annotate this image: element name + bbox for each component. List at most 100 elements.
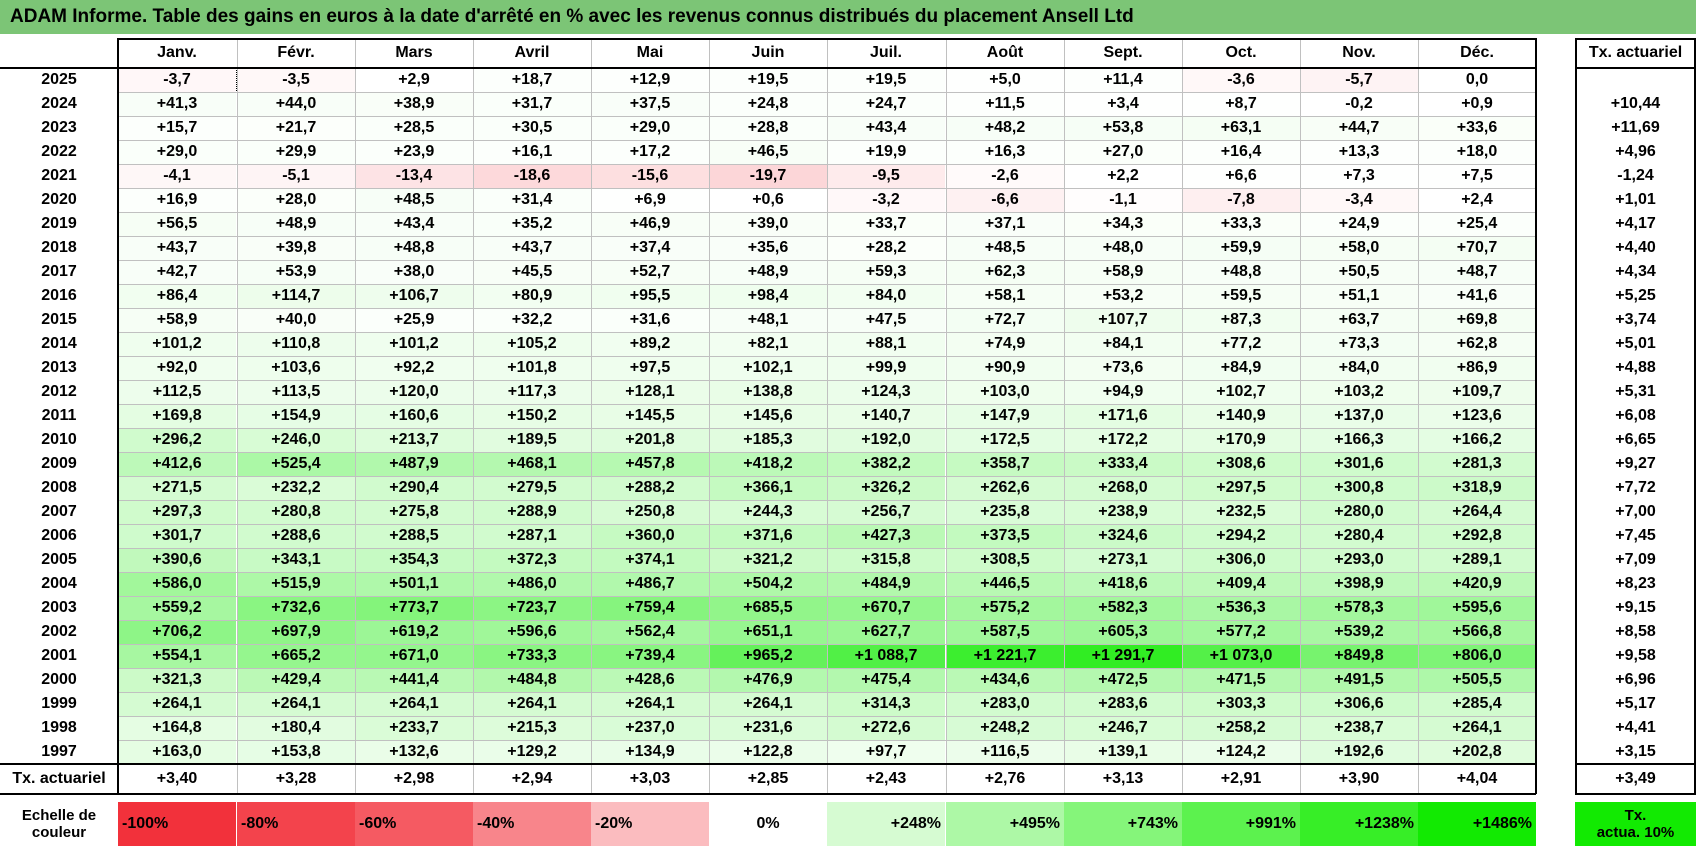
legend-swatch: -40%: [473, 802, 591, 846]
month-header-9: Sept.: [1103, 44, 1143, 61]
table-cell: +562,4: [591, 620, 709, 644]
table-cell: +46,9: [591, 212, 709, 236]
rate-cell: +7,09: [1615, 551, 1656, 568]
table-cell: +123,6: [1418, 404, 1536, 428]
table-cell: +138,8: [709, 380, 827, 404]
table-cell: +354,3: [355, 548, 473, 572]
footer-rate-cell: +2,94: [511, 770, 553, 787]
year-label: 2011: [41, 407, 77, 424]
table-cell: -15,6: [591, 164, 709, 188]
table-cell: +34,3: [1064, 212, 1182, 236]
table-cell: +358,7: [946, 452, 1064, 476]
table-cell: +44,0: [237, 92, 355, 116]
table-cell: +264,1: [709, 692, 827, 716]
legend-swatch: +1238%: [1300, 802, 1418, 846]
month-header-12: Déc.: [1460, 44, 1494, 61]
table-cell: +8,7: [1182, 92, 1300, 116]
table-cell: +29,0: [118, 140, 236, 164]
table-cell: +160,6: [355, 404, 473, 428]
legend-swatch: +495%: [946, 802, 1064, 846]
year-label: 2024: [41, 95, 77, 112]
rate-cell: +7,00: [1615, 503, 1656, 520]
table-cell: +169,8: [118, 404, 236, 428]
table-cell: +434,6: [946, 668, 1064, 692]
table-cell: +120,0: [355, 380, 473, 404]
table-cell: +418,6: [1064, 572, 1182, 596]
table-cell: +32,2: [473, 308, 591, 332]
table-cell: +18,0: [1418, 140, 1536, 164]
table-cell: +25,4: [1418, 212, 1536, 236]
month-header-6: Juin: [751, 44, 785, 61]
table-cell: +306,6: [1300, 692, 1418, 716]
table-cell: +475,4: [827, 668, 945, 692]
table-cell: +271,5: [118, 476, 236, 500]
table-cell: +63,7: [1300, 308, 1418, 332]
legend-swatch: -20%: [591, 802, 709, 846]
rate-cell: -1,24: [1617, 167, 1654, 184]
table-cell: +112,5: [118, 380, 236, 404]
rate-cell: +7,45: [1615, 527, 1656, 544]
rate-cell: +4,41: [1615, 719, 1656, 736]
table-cell: +192,6: [1300, 740, 1418, 764]
table-cell: +292,8: [1418, 524, 1536, 548]
table-cell: +264,1: [473, 692, 591, 716]
table-cell: +468,1: [473, 452, 591, 476]
table-cell: +25,9: [355, 308, 473, 332]
table-cell: +12,9: [591, 68, 709, 92]
table-cell: +101,2: [355, 332, 473, 356]
table-cell: +97,7: [827, 740, 945, 764]
table-cell: +525,4: [237, 452, 355, 476]
table-cell: +13,3: [1300, 140, 1418, 164]
table-cell: +43,7: [473, 236, 591, 260]
year-label: 2015: [41, 311, 77, 328]
rate-cell: +5,31: [1615, 383, 1656, 400]
year-label: 2009: [41, 455, 77, 472]
table-cell: +31,7: [473, 92, 591, 116]
month-header-5: Mai: [636, 44, 664, 61]
table-cell: +484,8: [473, 668, 591, 692]
year-label: 2008: [41, 479, 77, 496]
table-cell: +33,3: [1182, 212, 1300, 236]
table-cell: +73,6: [1064, 356, 1182, 380]
column-divider: [1300, 38, 1301, 794]
table-cell: +113,5: [237, 380, 355, 404]
column-divider: [709, 38, 710, 794]
year-label: 2017: [41, 263, 77, 280]
table-cell: +268,0: [1064, 476, 1182, 500]
table-cell: +566,8: [1418, 620, 1536, 644]
table-cell: +19,9: [827, 140, 945, 164]
table-cell: +39,0: [709, 212, 827, 236]
table-cell: +248,2: [946, 716, 1064, 740]
legend-rate-line: actua. 10%: [1596, 824, 1675, 841]
table-cell: +192,0: [827, 428, 945, 452]
table-cell: +48,0: [1064, 236, 1182, 260]
rate-cell: +3,74: [1615, 311, 1656, 328]
table-cell: +62,3: [946, 260, 1064, 284]
table-cell: +280,4: [1300, 524, 1418, 548]
rate-border-footer-top: [1575, 763, 1696, 765]
year-label: 2025: [41, 71, 77, 88]
year-label: 1997: [41, 743, 77, 760]
rate-cell: +5,17: [1615, 695, 1656, 712]
footer-rate-cell: +2,91: [1220, 770, 1262, 787]
table-cell: +231,6: [709, 716, 827, 740]
year-label: 2013: [41, 359, 77, 376]
table-cell: +128,1: [591, 380, 709, 404]
year-label: 2018: [41, 239, 77, 256]
rate-cell: +4,34: [1615, 263, 1656, 280]
table-cell: +472,5: [1064, 668, 1182, 692]
table-cell: -2,6: [946, 164, 1064, 188]
table-cell: +145,6: [709, 404, 827, 428]
table-cell: +98,4: [709, 284, 827, 308]
table-cell: +84,0: [827, 284, 945, 308]
table-cell: +457,8: [591, 452, 709, 476]
table-cell: +321,2: [709, 548, 827, 572]
table-cell: +605,3: [1064, 620, 1182, 644]
table-cell: +117,3: [473, 380, 591, 404]
footer-rate-cell: +3,13: [1102, 770, 1144, 787]
rate-cell: +4,40: [1615, 239, 1656, 256]
table-cell: +84,9: [1182, 356, 1300, 380]
table-cell: +63,1: [1182, 116, 1300, 140]
table-cell: +294,2: [1182, 524, 1300, 548]
table-cell: +3,4: [1064, 92, 1182, 116]
